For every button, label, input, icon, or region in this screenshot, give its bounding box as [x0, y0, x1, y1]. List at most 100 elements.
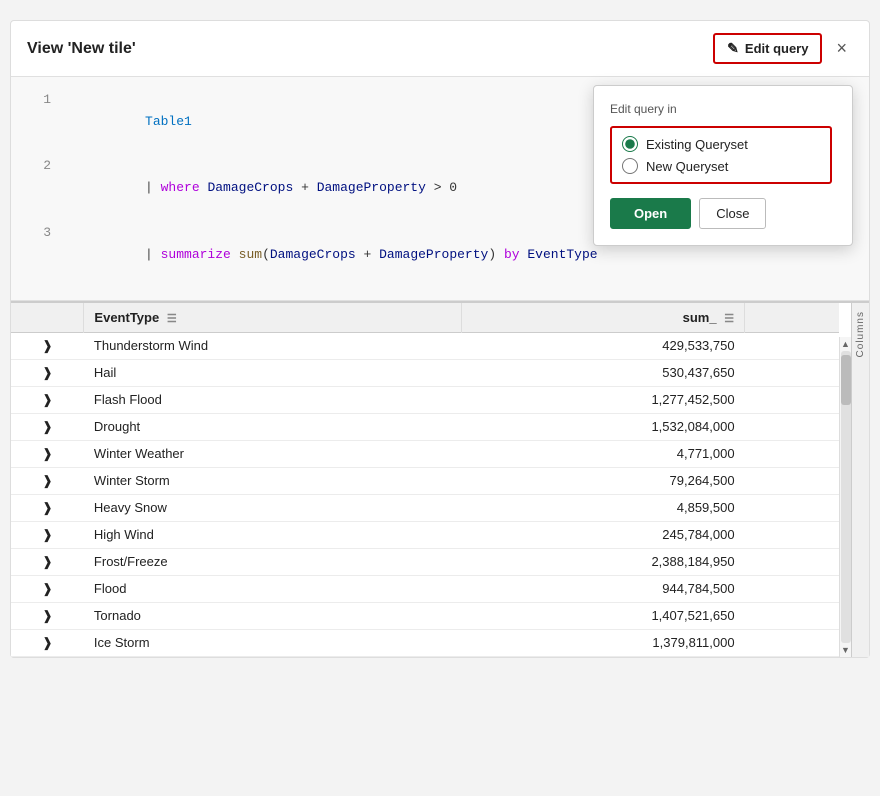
extra-cell: [745, 440, 839, 467]
expand-cell[interactable]: ❱: [11, 386, 84, 413]
table-row: ❱ Frost/Freeze 2,388,184,950: [11, 548, 839, 575]
scroll-thumb[interactable]: [841, 355, 851, 405]
expand-cell[interactable]: ❱: [11, 521, 84, 548]
scroll-down-arrow[interactable]: ▼: [840, 643, 852, 657]
radio-row-existing: Existing Queryset: [622, 136, 820, 152]
expand-cell[interactable]: ❱: [11, 467, 84, 494]
col2-menu-icon[interactable]: ☰: [724, 313, 734, 325]
event-type-cell: High Wind: [84, 521, 462, 548]
extra-cell: [745, 548, 839, 575]
event-type-cell: Heavy Snow: [84, 494, 462, 521]
scroll-track[interactable]: [841, 351, 851, 643]
extra-cell: [745, 386, 839, 413]
radio-row-new: New Queryset: [622, 158, 820, 174]
table-row: ❱ High Wind 245,784,000: [11, 521, 839, 548]
edit-query-label: Edit query: [745, 41, 809, 56]
close-button[interactable]: ×: [830, 36, 853, 61]
columns-label: Columns: [855, 311, 866, 357]
code-content-1: Table1: [67, 89, 192, 155]
function-sum: sum: [239, 247, 262, 262]
extra-cell: [745, 521, 839, 548]
popup-label: Edit query in: [610, 102, 832, 116]
extra-cell: [745, 629, 839, 656]
extra-cell: [745, 575, 839, 602]
sum-cell: 2,388,184,950: [461, 548, 744, 575]
data-table: EventType ☰ sum_ ☰ ❱ Thunderstorm Wind 4…: [11, 303, 839, 657]
table-body: ❱ Thunderstorm Wind 429,533,750 ❱ Hail 5…: [11, 332, 839, 656]
sum-cell: 1,379,811,000: [461, 629, 744, 656]
code-content-2: | where DamageCrops + DamageProperty > 0: [67, 155, 457, 221]
expand-cell[interactable]: ❱: [11, 548, 84, 575]
col-sum-header[interactable]: sum_ ☰: [461, 303, 744, 333]
radio-new-queryset[interactable]: [622, 158, 638, 174]
sum-cell: 429,533,750: [461, 332, 744, 359]
sum-cell: 4,859,500: [461, 494, 744, 521]
event-type-cell: Winter Weather: [84, 440, 462, 467]
expand-cell[interactable]: ❱: [11, 575, 84, 602]
event-type-cell: Tornado: [84, 602, 462, 629]
header-actions: ✎ Edit query ×: [713, 33, 853, 64]
code-plus-2: +: [356, 247, 379, 262]
keyword-summarize: summarize: [161, 247, 231, 262]
expand-cell[interactable]: ❱: [11, 602, 84, 629]
col-event-type: EventType: [527, 247, 597, 262]
sum-cell: 79,264,500: [461, 467, 744, 494]
col-damage-crops: DamageCrops: [207, 180, 293, 195]
edit-query-button[interactable]: ✎ Edit query: [713, 33, 822, 64]
table-row: ❱ Drought 1,532,084,000: [11, 413, 839, 440]
event-type-cell: Flash Flood: [84, 386, 462, 413]
code-panel: 1 Table1 2 | where DamageCrops + DamageP…: [11, 77, 869, 301]
col-event-type-header[interactable]: EventType ☰: [84, 303, 462, 333]
keyword-where: where: [161, 180, 200, 195]
table-row: ❱ Tornado 1,407,521,650: [11, 602, 839, 629]
edit-query-icon: ✎: [727, 40, 739, 57]
popup-options-border: Existing Queryset New Queryset: [610, 126, 832, 184]
sum-cell: 530,437,650: [461, 359, 744, 386]
event-type-cell: Thunderstorm Wind: [84, 332, 462, 359]
table-row: ❱ Hail 530,437,650: [11, 359, 839, 386]
event-type-cell: Drought: [84, 413, 462, 440]
table-row: ❱ Heavy Snow 4,859,500: [11, 494, 839, 521]
vertical-scrollbar[interactable]: ▲ ▼: [839, 337, 851, 657]
radio-existing-queryset[interactable]: [622, 136, 638, 152]
pipe-op-2: |: [145, 247, 161, 262]
popup-buttons: Open Close: [610, 198, 832, 229]
col-damage-crops-2: DamageCrops: [270, 247, 356, 262]
table-section: EventType ☰ sum_ ☰ ❱ Thunderstorm Wind 4…: [11, 301, 869, 657]
sum-cell: 1,277,452,500: [461, 386, 744, 413]
col1-menu-icon[interactable]: ☰: [167, 313, 177, 325]
paren-open: (: [262, 247, 270, 262]
sum-cell: 245,784,000: [461, 521, 744, 548]
space-1: [231, 247, 239, 262]
event-type-cell: Ice Storm: [84, 629, 462, 656]
extra-cell: [745, 413, 839, 440]
event-type-cell: Hail: [84, 359, 462, 386]
expand-cell[interactable]: ❱: [11, 359, 84, 386]
radio-label-existing: Existing Queryset: [646, 137, 748, 152]
paren-close: ): [488, 247, 504, 262]
open-button[interactable]: Open: [610, 198, 691, 229]
expand-cell[interactable]: ❱: [11, 629, 84, 656]
expand-cell[interactable]: ❱: [11, 494, 84, 521]
event-type-cell: Winter Storm: [84, 467, 462, 494]
sum-cell: 1,532,084,000: [461, 413, 744, 440]
extra-cell: [745, 359, 839, 386]
table-row: ❱ Flood 944,784,500: [11, 575, 839, 602]
columns-sidebar: Columns: [851, 303, 869, 657]
code-gt: > 0: [426, 180, 457, 195]
expand-cell[interactable]: ❱: [11, 440, 84, 467]
expand-header: [11, 303, 84, 333]
popup-close-button[interactable]: Close: [699, 198, 766, 229]
expand-cell[interactable]: ❱: [11, 413, 84, 440]
col-damage-property-1: DamageProperty: [317, 180, 426, 195]
scroll-up-arrow[interactable]: ▲: [840, 337, 852, 351]
table-row: ❱ Winter Weather 4,771,000: [11, 440, 839, 467]
keyword-by: by: [504, 247, 520, 262]
table-row: ❱ Winter Storm 79,264,500: [11, 467, 839, 494]
page-title: View 'New tile': [27, 40, 136, 58]
sum-cell: 1,407,521,650: [461, 602, 744, 629]
table-row: ❱ Thunderstorm Wind 429,533,750: [11, 332, 839, 359]
event-type-cell: Frost/Freeze: [84, 548, 462, 575]
radio-label-new: New Queryset: [646, 159, 728, 174]
expand-cell[interactable]: ❱: [11, 332, 84, 359]
